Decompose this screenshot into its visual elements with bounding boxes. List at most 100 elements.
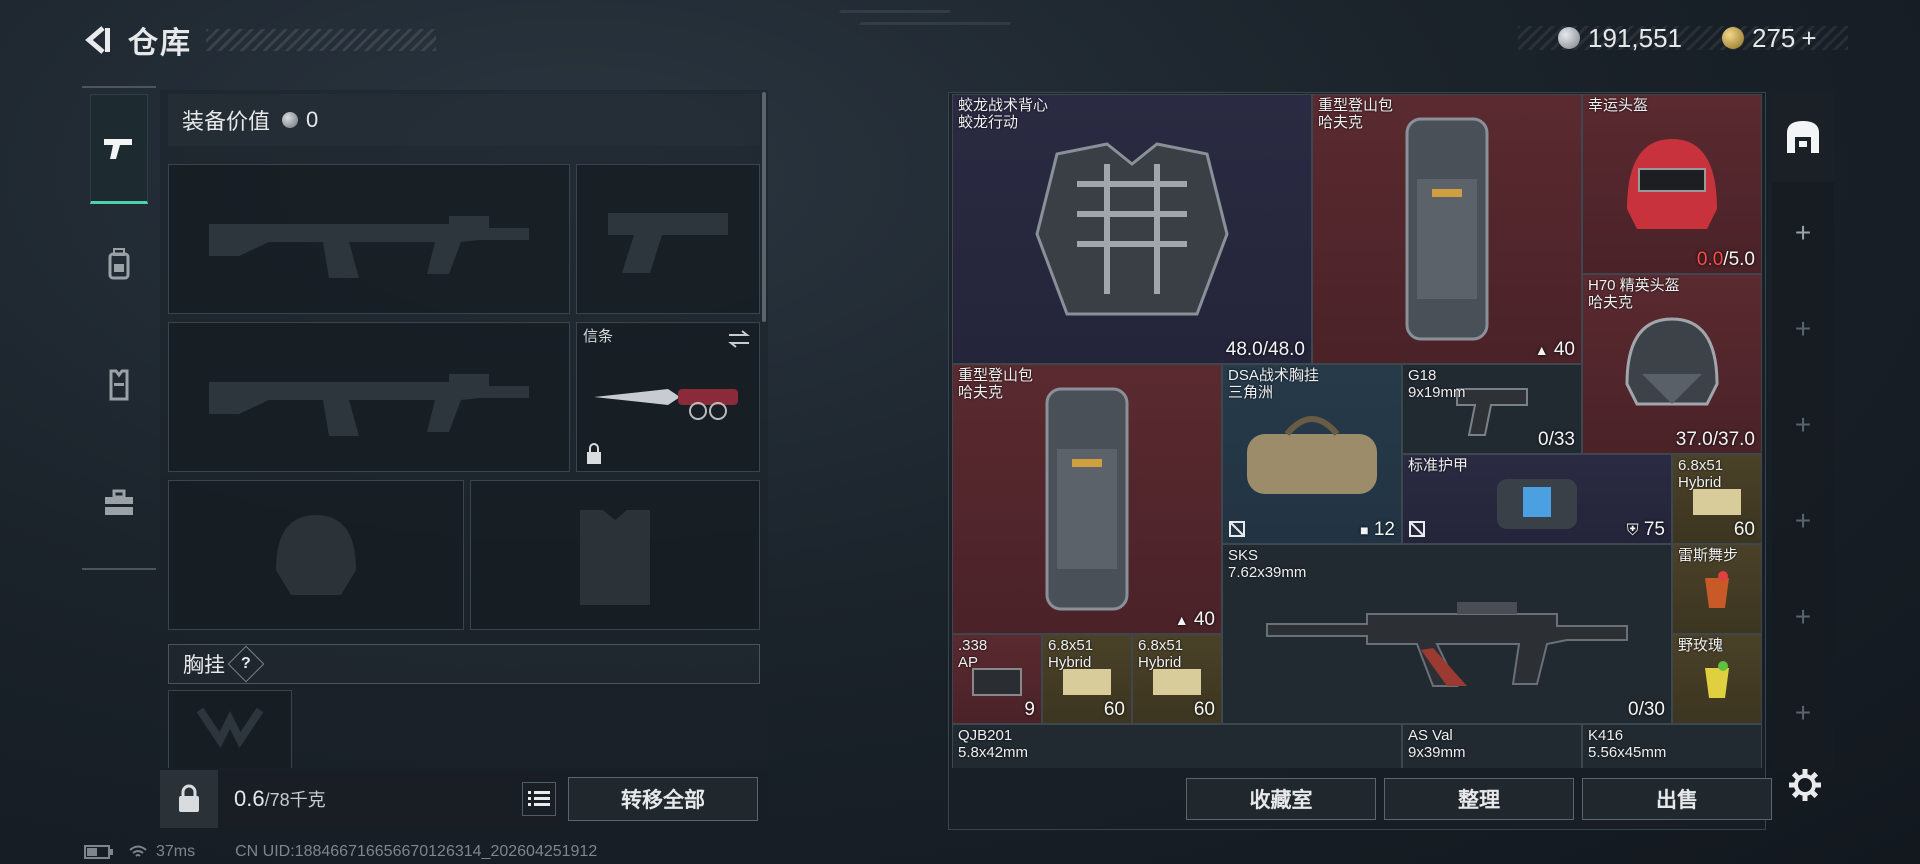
- wifi-icon: [129, 845, 147, 857]
- rifle-icon: [1266, 602, 1628, 687]
- weight-current: 0.6: [234, 786, 265, 811]
- helmet-icon: [1627, 139, 1717, 229]
- stash-page-main[interactable]: [1772, 92, 1834, 182]
- silver-coin-icon: [1558, 27, 1580, 49]
- tab-weapons[interactable]: [90, 94, 148, 204]
- toolbox-icon: [105, 489, 133, 515]
- stash-item[interactable]: K416 5.56x45mm: [1582, 724, 1762, 768]
- tab-vest[interactable]: [90, 330, 148, 440]
- silver-currency: 191,551: [1558, 20, 1682, 56]
- ping-value: 37ms: [156, 843, 196, 860]
- no-insure-icon: [1409, 521, 1425, 537]
- helmet-silhouette-icon: [276, 515, 356, 595]
- collection-room-button[interactable]: 收藏室: [1186, 778, 1376, 820]
- battery-icon: [84, 845, 113, 859]
- stash-item[interactable]: 重型登山包 哈夫克 ▲ 40: [1312, 94, 1582, 364]
- gold-coin-icon: [1722, 27, 1744, 49]
- equipment-value-bar: 装备价值 0: [168, 94, 760, 146]
- weight-max: /78千克: [264, 790, 326, 810]
- gold-amount: 275: [1752, 22, 1796, 53]
- equipment-value-label: 装备价值: [182, 109, 271, 134]
- duffel-bag-icon: [1247, 416, 1377, 494]
- stash-item[interactable]: 6.8x51 Hybrid 60: [1672, 454, 1762, 544]
- header: 仓库: [80, 18, 436, 62]
- stash-pages-rail: + + + + + +: [1772, 92, 1834, 772]
- add-stash-page[interactable]: +: [1772, 668, 1834, 758]
- stash-item[interactable]: 雷斯舞步: [1672, 544, 1762, 634]
- capacity-icon: ■: [1360, 522, 1369, 538]
- armor-slot[interactable]: [470, 480, 760, 630]
- stash-item[interactable]: G18 9x19mm 0/33: [1402, 364, 1582, 454]
- silver-amount: 191,551: [1588, 22, 1682, 53]
- carry-weight: 0.6/78千克: [234, 786, 326, 812]
- pistol-silhouette-icon: [608, 213, 728, 273]
- stash-item[interactable]: AS Val 9x39mm: [1402, 724, 1582, 768]
- vest-icon: [109, 369, 129, 401]
- gold-plus[interactable]: +: [1801, 23, 1816, 54]
- stash-item[interactable]: 重型登山包 哈夫克 ▲ 40: [952, 364, 1222, 634]
- add-stash-page[interactable]: +: [1772, 476, 1834, 566]
- stash-item[interactable]: 标准护甲 ⛨ 75: [1402, 454, 1672, 544]
- stash-item[interactable]: 蛟龙战术背心 蛟龙行动 48.0/48.0: [952, 94, 1312, 364]
- rifle-silhouette-icon: [209, 374, 529, 436]
- no-insure-icon: [1229, 521, 1245, 537]
- backpack-icon: [1405, 117, 1489, 341]
- primary-weapon-slot-2[interactable]: [168, 322, 570, 472]
- user-uid: CN UID:18846671665667012631​4_2026042519…: [235, 843, 598, 860]
- add-stash-page[interactable]: +: [1772, 284, 1834, 374]
- stash-item[interactable]: SKS 7.62x39mm 0/30: [1222, 544, 1672, 724]
- cocktail-icon: [1705, 661, 1729, 698]
- equipment-value: 0: [306, 107, 319, 132]
- backpack-icon: [1045, 387, 1129, 611]
- storage-icon: [1787, 121, 1819, 153]
- cocktail-icon: [1705, 571, 1729, 608]
- transfer-all-button[interactable]: 转移全部: [568, 777, 758, 821]
- carry-weight-bar: 0.6/78千克 转移全部: [160, 770, 768, 828]
- stash-item[interactable]: QJB201 5.8x42mm: [952, 724, 1402, 768]
- chest-rig-slot[interactable]: [168, 690, 292, 768]
- helmet-slot[interactable]: [168, 480, 464, 630]
- background-streak: [839, 10, 951, 13]
- stash-grid: 蛟龙战术背心 蛟龙行动 48.0/48.0 重型登山包 哈夫克 ▲ 40 幸运头盔 …: [952, 94, 1762, 768]
- tab-toolbox[interactable]: [90, 448, 148, 558]
- category-rail: [82, 86, 156, 570]
- title-decoration: [206, 29, 436, 51]
- add-stash-page[interactable]: +: [1772, 380, 1834, 470]
- sell-button[interactable]: 出售: [1582, 778, 1772, 820]
- melee-slot[interactable]: 信条: [576, 322, 760, 472]
- gold-currency[interactable]: 275 +: [1722, 20, 1817, 56]
- stash-item[interactable]: DSA战术胸挂 三角洲 ■ 12: [1222, 364, 1402, 544]
- back-arrow-icon[interactable]: [80, 22, 116, 58]
- page-title: 仓库: [128, 27, 192, 60]
- sort-button[interactable]: 整理: [1384, 778, 1574, 820]
- armor-bag-icon: [1497, 479, 1577, 529]
- loadout-scrollbar[interactable]: [762, 92, 766, 322]
- stash-item[interactable]: 6.8x51 Hybrid 60: [1132, 634, 1222, 724]
- list-icon: [528, 791, 550, 806]
- weight-lock-icon: [160, 770, 218, 828]
- stash-item[interactable]: 幸运头盔 0.0/5.0: [1582, 94, 1762, 274]
- armor-silhouette-icon: [580, 510, 650, 605]
- tactical-vest-icon: [1035, 142, 1229, 316]
- pistol-icon: [104, 139, 132, 159]
- help-icon[interactable]: ?: [227, 645, 265, 683]
- rifle-silhouette-icon: [209, 216, 529, 278]
- chest-rig-label: 胸挂: [183, 654, 225, 677]
- capacity-icon: ▲: [1534, 342, 1549, 358]
- settings-button[interactable]: [1784, 764, 1826, 806]
- status-bar: 37ms CN UID:18846671665667012631​4_20260…: [84, 842, 597, 862]
- chest-rig-silhouette-icon: [196, 707, 264, 748]
- lock-icon: [587, 443, 601, 464]
- tab-backpack[interactable]: [90, 210, 148, 320]
- loadout-panel: 装备价值 0 信条 胸挂 ?: [160, 90, 768, 768]
- stash-item[interactable]: H70 精英头盔 哈夫克 37.0/37.0: [1582, 274, 1762, 454]
- add-stash-page[interactable]: +: [1772, 188, 1834, 278]
- secondary-weapon-slot[interactable]: [576, 164, 760, 314]
- stash-item[interactable]: 6.8x51 Hybrid 60: [1042, 634, 1132, 724]
- stash-item[interactable]: .338 AP 9: [952, 634, 1042, 724]
- shield-icon: ⛨: [1626, 522, 1639, 539]
- list-view-button[interactable]: [522, 782, 556, 816]
- primary-weapon-slot[interactable]: [168, 164, 570, 314]
- stash-item[interactable]: 野玫瑰: [1672, 634, 1762, 724]
- add-stash-page[interactable]: +: [1772, 572, 1834, 662]
